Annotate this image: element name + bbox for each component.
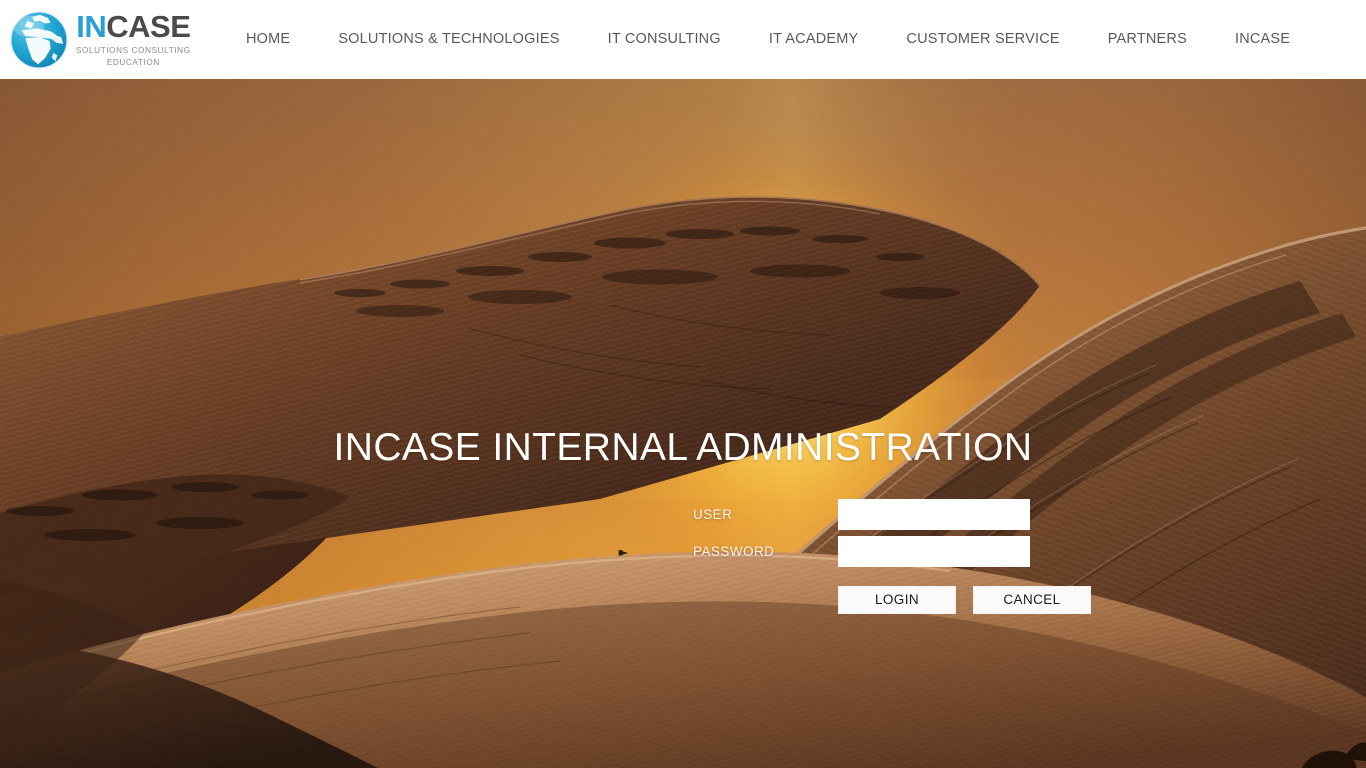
password-label: PASSWORD [693,544,775,559]
globe-icon [10,10,68,69]
site-header: INCASE SOLUTIONS CONSULTING EDUCATION HO… [0,0,1366,79]
login-button[interactable]: LOGIN [838,586,956,614]
brand-wordmark-main: INCASE [76,9,191,45]
brand-logo[interactable]: INCASE SOLUTIONS CONSULTING EDUCATION [4,2,210,77]
nav-item-incase[interactable]: INCASE [1211,0,1314,79]
brand-tagline-line2: EDUCATION [106,57,160,67]
user-input[interactable] [838,499,1030,530]
user-field-row: USER [693,499,1093,536]
nav-item-it-consulting[interactable]: IT CONSULTING [584,0,745,79]
form-button-row: LOGIN CANCEL [838,586,1091,614]
brand-wordmark-case: CASE [106,9,191,45]
user-label: USER [693,507,733,522]
nav-item-customer-service[interactable]: CUSTOMER SERVICE [882,0,1083,79]
desert-sunset-background-image [0,79,1366,768]
nav-item-solutions-technologies[interactable]: SOLUTIONS & TECHNOLOGIES [314,0,583,79]
cancel-button[interactable]: CANCEL [973,586,1091,614]
brand-wordmark: INCASE SOLUTIONS CONSULTING EDUCATION [76,11,191,67]
page-title: INCASE INTERNAL ADMINISTRATION [333,426,1033,469]
login-form: USER PASSWORD LOGIN CANCEL [693,499,1093,614]
nav-item-partners[interactable]: PARTNERS [1084,0,1211,79]
brand-wordmark-in: IN [76,9,107,45]
main-navigation: HOME SOLUTIONS & TECHNOLOGIES IT CONSULT… [222,0,1314,79]
brand-tagline-line1: SOLUTIONS CONSULTING [76,46,191,56]
nav-item-home[interactable]: HOME [222,0,314,79]
hero-banner: INCASE INTERNAL ADMINISTRATION USER PASS… [0,79,1366,768]
nav-item-it-academy[interactable]: IT ACADEMY [745,0,883,79]
password-field-row: PASSWORD [693,536,1093,573]
password-input[interactable] [838,536,1030,567]
